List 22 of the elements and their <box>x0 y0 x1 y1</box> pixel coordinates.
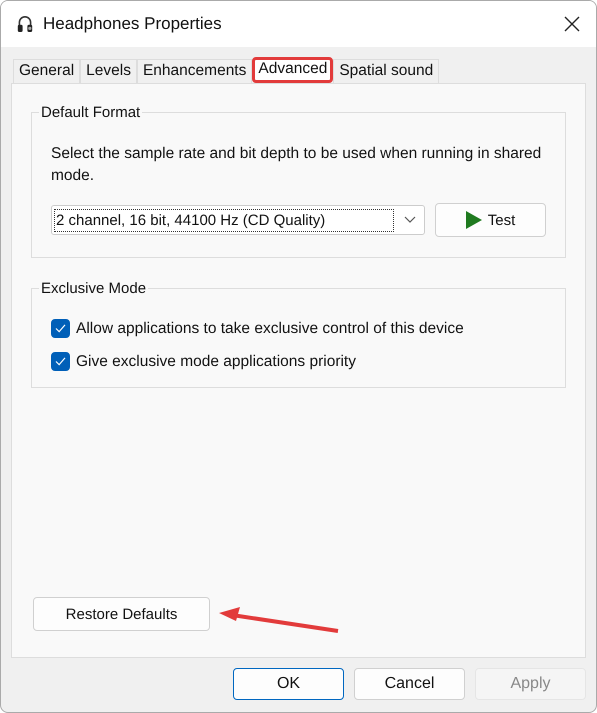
group-title: Exclusive Mode <box>40 280 148 297</box>
tab[interactable]: Levels <box>80 59 137 83</box>
restore-defaults-button[interactable]: Restore Defaults <box>33 597 210 631</box>
checkmark-icon <box>55 357 66 366</box>
format-dropdown[interactable]: 2 channel, 16 bit, 44100 Hz (CD Quality) <box>51 205 425 235</box>
window-title: Headphones Properties <box>43 14 223 34</box>
tab[interactable]: General <box>13 59 80 83</box>
tab[interactable]: Enhancements <box>136 59 252 83</box>
group-title: Default Format <box>40 104 142 121</box>
dialog-button[interactable]: Cancel <box>354 668 465 700</box>
checkbox[interactable]: Give exclusive mode applications priority <box>51 352 547 371</box>
tab[interactable]: Spatial sound <box>333 59 440 83</box>
headphones-icon <box>17 15 33 33</box>
description-text: Select the sample rate and bit depth to be used when running in shared mode. <box>51 144 542 186</box>
close-icon[interactable] <box>564 16 580 32</box>
checkmark-icon <box>55 324 66 333</box>
test-button[interactable]: Test <box>435 203 546 237</box>
play-icon <box>466 211 482 229</box>
checkbox[interactable]: Allow applications to take exclusive control of this device <box>51 319 547 338</box>
chevron-down-icon <box>404 216 416 224</box>
tab[interactable]: Advanced <box>252 57 334 83</box>
dialog-button[interactable]: OK <box>233 668 344 700</box>
